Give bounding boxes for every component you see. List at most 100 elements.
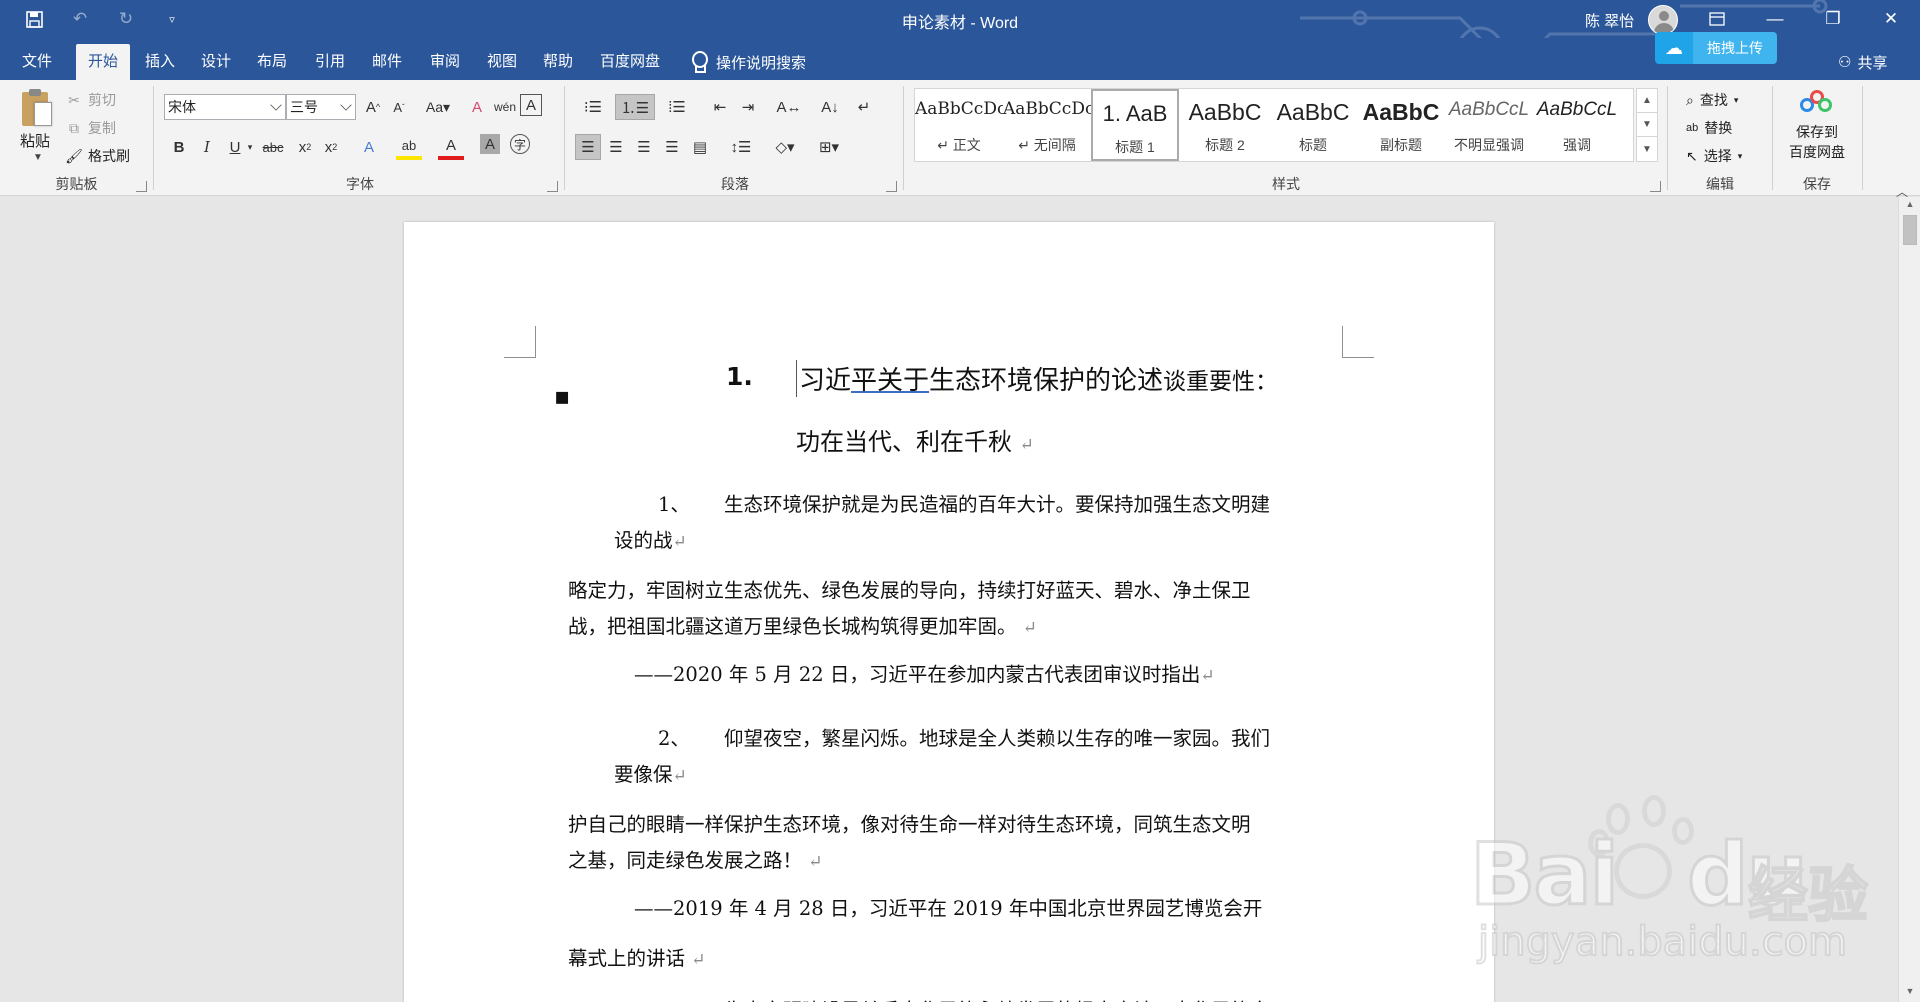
scroll-thumb[interactable] (1903, 215, 1917, 245)
select-button[interactable]: ↖ 选择 ▾ (1686, 144, 1742, 168)
tell-me-search[interactable]: 操作说明搜索 (690, 44, 806, 80)
baidu-upload-button[interactable]: ☁ 拖拽上传 (1655, 32, 1777, 64)
enclosed-character-icon[interactable]: A (520, 94, 542, 116)
heading-1[interactable]: 习近平关于生态环境保护的论述谈重要性： (796, 360, 1278, 397)
paragraph-mark: ↵ (691, 950, 706, 970)
font-name-value: 宋体 (168, 99, 196, 115)
clipboard-group-label: 剪贴板 (55, 176, 98, 192)
show-formatting-marks-icon[interactable]: ↵ (851, 94, 877, 120)
watermark-url: jingyan.baidu.com (1477, 918, 1848, 966)
font-name-select[interactable]: 宋体 (164, 94, 286, 120)
change-case-icon[interactable]: Aa▾ (420, 94, 456, 120)
restore-icon[interactable]: ❐ (1804, 0, 1862, 38)
borders-icon[interactable]: ⊞▾ (811, 134, 847, 160)
clipboard-group: 粘贴 ▼ ✂ 剪切 ⧉ 复制 🖌 格式刷 剪贴板 (0, 80, 153, 196)
paragraph-mark: ↵ (1200, 666, 1215, 686)
bold-icon[interactable]: B (166, 134, 192, 160)
increase-indent-icon[interactable]: ⇥ (735, 94, 761, 120)
scissors-icon: ✂ (68, 91, 80, 108)
heading-text: 生态环境保护的论述 (929, 366, 1164, 396)
align-right-icon[interactable]: ☰ (631, 134, 657, 160)
styles-group-label: 样式 (1272, 176, 1300, 192)
replace-button[interactable]: ab 替换 (1686, 116, 1732, 140)
find-label: 查找 (1699, 92, 1728, 108)
chevron-down-icon: ▾ (1733, 94, 1739, 105)
tab-references[interactable]: 引用 (306, 44, 354, 80)
highlight-icon[interactable]: ab (396, 134, 422, 160)
person-icon: ⚇ (1838, 54, 1852, 71)
bullets-icon[interactable]: ⁝☰ (575, 94, 611, 120)
italic-icon[interactable]: I (194, 134, 220, 160)
align-center-icon[interactable]: ☰ (603, 134, 629, 160)
sort-icon[interactable]: A↓ (817, 94, 843, 120)
font-size-value: 三号 (290, 99, 318, 115)
save-group-label: 保存 (1803, 176, 1831, 192)
close-icon[interactable]: ✕ (1862, 0, 1920, 38)
paste-icon[interactable] (20, 88, 54, 130)
item-number: 3、 (658, 994, 690, 1002)
tab-home[interactable]: 开始 (76, 44, 130, 80)
ribbon-home: 粘贴 ▼ ✂ 剪切 ⧉ 复制 🖌 格式刷 剪贴板 宋体 三号 A ^ Aˇ Aa▾… (0, 80, 1920, 196)
paragraph-line: 要像保↵ (614, 758, 687, 787)
baidu-upload-label: 拖拽上传 (1693, 32, 1777, 64)
text-effects-icon[interactable]: A (356, 134, 382, 160)
font-size-select[interactable]: 三号 (286, 94, 356, 120)
shading-icon[interactable]: ◇▾ (767, 134, 803, 160)
clipboard-launcher-icon[interactable] (136, 181, 147, 192)
scroll-up-icon[interactable]: ▲ (1902, 199, 1918, 213)
strikethrough-icon[interactable]: abc (260, 134, 286, 160)
multilevel-list-icon[interactable]: ⁞☰ (659, 94, 695, 120)
user-area[interactable]: 陈 翠怡 (1585, 5, 1679, 35)
paragraph-mark: ↵ (1019, 435, 1034, 455)
tab-view[interactable]: 视图 (478, 44, 526, 80)
quote-source: 幕式上的讲话 ↵ (568, 942, 705, 971)
save-group: 保存 (1772, 80, 1862, 196)
cut-button[interactable]: ✂ 剪切 (66, 88, 116, 112)
paste-dropdown-icon[interactable]: ▼ (33, 152, 43, 163)
tab-baidu-netdisk[interactable]: 百度网盘 (592, 44, 668, 80)
tab-help[interactable]: 帮助 (534, 44, 582, 80)
character-shading-icon[interactable]: A (480, 134, 500, 154)
shrink-font-icon[interactable]: Aˇ (386, 94, 412, 120)
numbering-icon[interactable]: ⒈☰ (615, 94, 655, 120)
tab-insert[interactable]: 插入 (136, 44, 184, 80)
format-painter-button[interactable]: 🖌 格式刷 (65, 144, 130, 168)
replace-label: 替换 (1704, 120, 1733, 136)
vertical-scrollbar[interactable]: ▲ ▼ (1898, 197, 1920, 1002)
font-launcher-icon[interactable] (547, 181, 558, 192)
scroll-down-icon[interactable]: ▼ (1902, 986, 1918, 1000)
tab-design[interactable]: 设计 (192, 44, 240, 80)
paste-button[interactable]: 粘贴 (20, 130, 50, 151)
tab-file[interactable]: 文件 (12, 44, 62, 80)
share-button[interactable]: ⚇ 共享 (1838, 44, 1887, 80)
decrease-indent-icon[interactable]: ⇤ (707, 94, 733, 120)
chinese-layout-icon[interactable]: A↔ (771, 94, 807, 120)
distributed-icon[interactable]: ▤ (687, 134, 713, 160)
font-color-icon[interactable]: A (438, 134, 464, 160)
editing-group-label: 编辑 (1706, 176, 1734, 192)
enclose-characters-icon[interactable]: 字 (510, 134, 530, 154)
source-text: ——2020 年 5 月 22 日，习近平在参加内蒙古代表团审议时指出 (634, 663, 1201, 686)
underline-dropdown-icon[interactable]: ▾ (244, 134, 256, 160)
subscript-icon[interactable]: x2 (292, 134, 318, 160)
tab-layout[interactable]: 布局 (248, 44, 296, 80)
tab-review[interactable]: 审阅 (421, 44, 469, 80)
paragraph-mark: ↵ (672, 532, 687, 552)
grow-font-icon[interactable]: A ^ (360, 94, 386, 120)
paragraph-text: 设的战 (614, 529, 673, 552)
phonetic-guide-icon[interactable]: wén (492, 94, 518, 120)
justify-icon[interactable]: ☰ (659, 134, 685, 160)
select-label: 选择 (1703, 148, 1732, 164)
paragraph-launcher-icon[interactable] (886, 181, 897, 192)
document-page[interactable]: ▪ 1. 习近平关于生态环境保护的论述谈重要性： 功在当代、利在千秋 ↵ 1、 … (404, 222, 1494, 1002)
copy-button[interactable]: ⧉ 复制 (66, 116, 116, 140)
line-spacing-icon[interactable]: ↕☰ (723, 134, 759, 160)
styles-launcher-icon[interactable] (1650, 181, 1661, 192)
tab-mailings[interactable]: 邮件 (363, 44, 411, 80)
clear-formatting-icon[interactable]: A (464, 94, 490, 120)
avatar[interactable] (1648, 5, 1679, 35)
superscript-icon[interactable]: x2 (318, 134, 344, 160)
find-button[interactable]: ⌕ 查找 ▾ (1686, 88, 1738, 112)
align-left-icon[interactable]: ☰ (575, 134, 601, 160)
margin-corner-mark (1342, 326, 1374, 358)
